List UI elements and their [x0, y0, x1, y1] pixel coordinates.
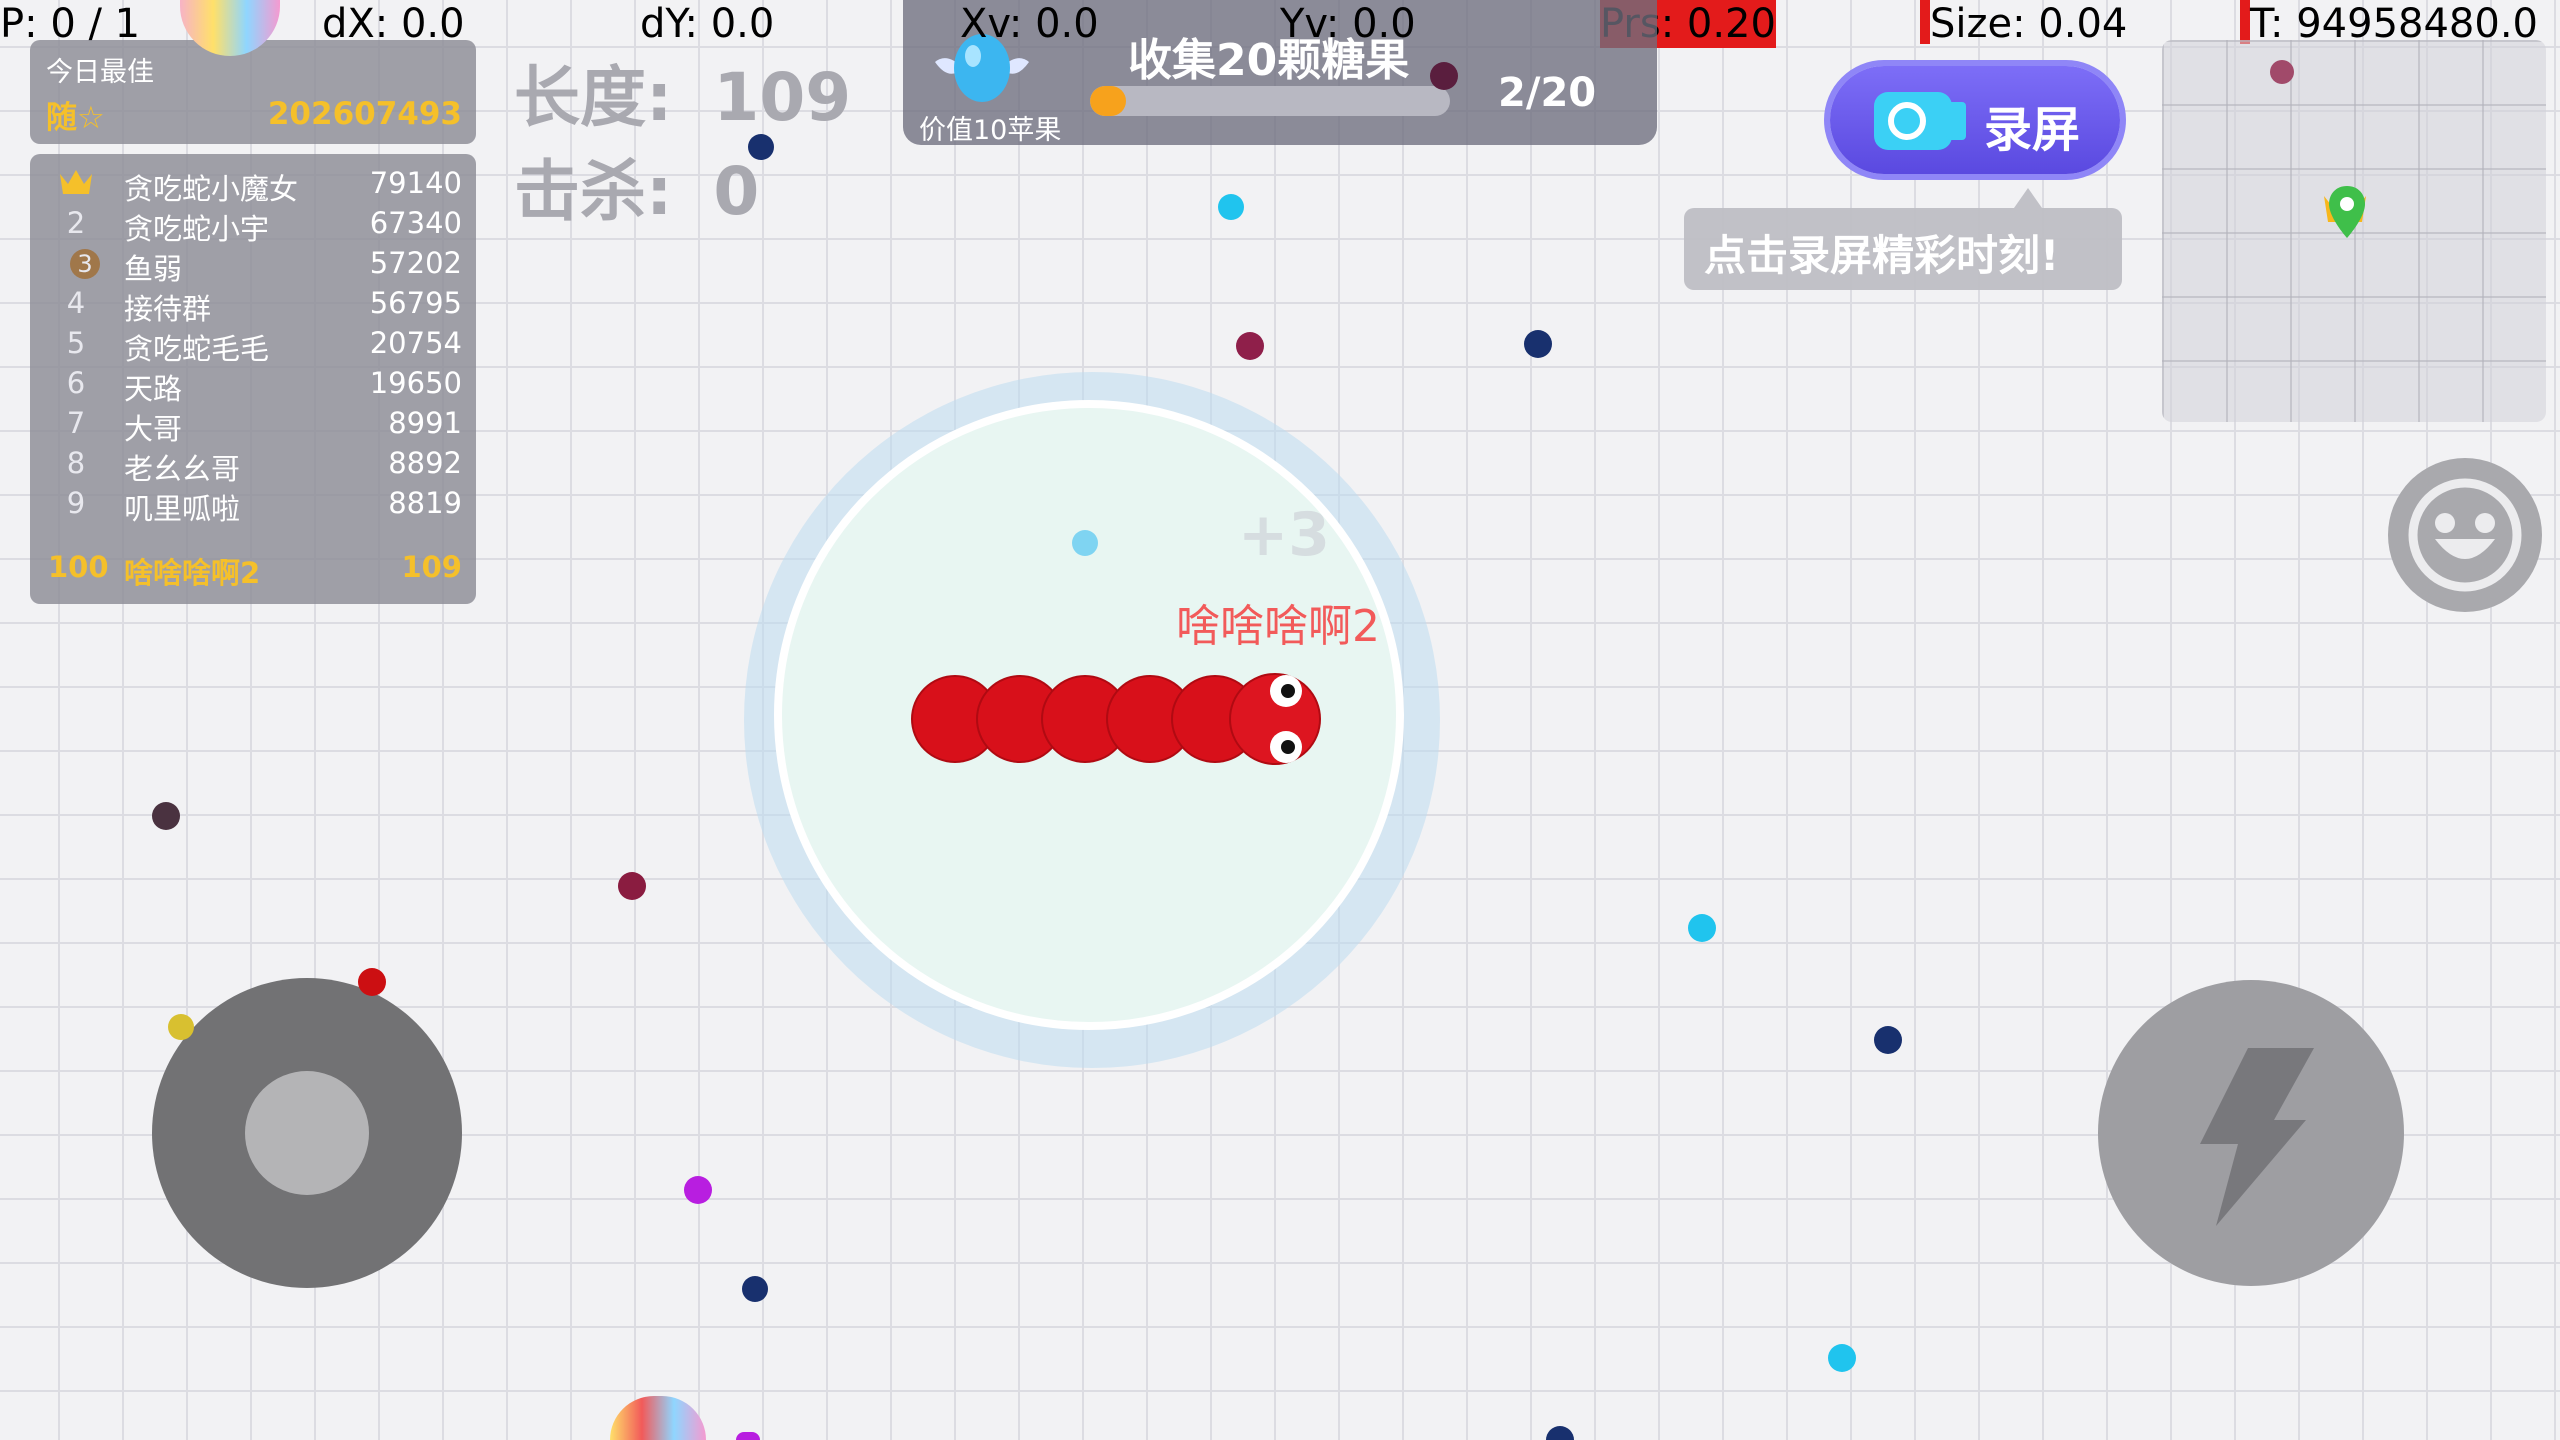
leaderboard-rank: 4: [66, 286, 86, 320]
leaderboard-rank: 9: [66, 486, 86, 520]
food-pellet: [1874, 1026, 1902, 1054]
length-value: 109: [713, 59, 852, 136]
leaderboard-row: 5 贪吃蛇毛毛 20754: [30, 324, 476, 366]
leaderboard-row: 4 接待群 56795: [30, 284, 476, 326]
leaderboard-score: 67340: [369, 206, 462, 240]
food-pellet: [684, 1176, 712, 1204]
leaderboard-name: 天路: [124, 372, 183, 406]
record-tip: 点击录屏精彩时刻!: [1684, 188, 2122, 290]
mission-progress-bar: [1090, 86, 1450, 116]
joystick[interactable]: [152, 978, 462, 1288]
food-pellet: [1688, 914, 1716, 942]
food-pellet: [1072, 530, 1098, 556]
debug-size: Size: 0.04: [1920, 0, 2128, 47]
debug-xv: Xv: 0.0: [960, 1, 1099, 47]
record-tip-text: 点击录屏精彩时刻!: [1704, 231, 2060, 280]
leaderboard-rank: 7: [66, 406, 86, 440]
leaderboard-name: 鱼弱: [124, 252, 183, 286]
leaderboard-score: 8991: [388, 406, 462, 440]
food-pellet: [1218, 194, 1244, 220]
crown-icon: [58, 166, 94, 205]
food-pellet: [618, 872, 646, 900]
leaderboard-name: 贪吃蛇小宇: [124, 212, 270, 246]
leaderboard-score: 8892: [388, 446, 462, 480]
mission-progress-count: 2/20: [1498, 70, 1597, 116]
food-pellet: [1828, 1344, 1856, 1372]
candy-sprite: [610, 1396, 706, 1440]
leaderboard-name: 接待群: [124, 292, 212, 326]
leaderboard-score: 8819: [388, 486, 462, 520]
debug-dy: dY: 0.0: [640, 1, 775, 47]
leaderboard-rank: 5: [66, 326, 86, 360]
leaderboard-my-row: 100 啥啥啥啊2 109: [30, 548, 476, 590]
leaderboard-score: 20754: [369, 326, 462, 360]
mission-reward: 价值10苹果: [919, 115, 1062, 146]
my-score: 109: [401, 550, 462, 584]
food-pellet: [168, 1014, 194, 1040]
leaderboard-name: 老幺幺哥: [124, 452, 241, 486]
leaderboard: 贪吃蛇小魔女 79140 2 贪吃蛇小宇 67340 3 鱼弱 57202 4 …: [30, 154, 476, 604]
leaderboard-name: 贪吃蛇小魔女: [124, 172, 299, 206]
leaderboard-score: 19650: [369, 366, 462, 400]
food-pellet: [748, 134, 774, 160]
joystick-knob[interactable]: [245, 1071, 369, 1195]
debug-size-text: Size: 0.04: [1930, 1, 2128, 47]
length-label: 长度:: [514, 59, 673, 136]
leaderboard-name: 叽里呱啦: [124, 492, 241, 526]
leaderboard-row: 6 天路 19650: [30, 364, 476, 406]
today-best-name: 随☆: [46, 100, 105, 136]
record-button-label: 录屏: [1984, 102, 2081, 158]
leaderboard-row: 8 老幺幺哥 8892: [30, 444, 476, 486]
leaderboard-row: 9 叽里呱啦 8819: [30, 484, 476, 526]
leaderboard-score: 79140: [369, 166, 462, 200]
mission-progress-fill: [1090, 86, 1126, 116]
kills-stat: 击杀: 0: [514, 138, 759, 234]
today-best-title: 今日最佳: [46, 57, 154, 88]
leaderboard-rank: 6: [66, 366, 86, 400]
food-pellet: [1546, 1426, 1574, 1440]
score-bonus: +3: [1238, 500, 1331, 570]
leaderboard-row: 2 贪吃蛇小宇 67340: [30, 204, 476, 246]
kills-value: 0: [713, 153, 760, 230]
debug-time-marker: [2240, 0, 2250, 44]
leaderboard-score: 57202: [369, 246, 462, 280]
debug-size-marker: [1920, 0, 1930, 44]
today-best-panel: 今日最佳 随☆ 202607493: [30, 40, 476, 144]
emoji-button[interactable]: [2388, 458, 2542, 612]
player-name: 啥啥啥啊2: [1176, 601, 1380, 652]
map-pin-icon: [2329, 186, 2365, 238]
food-pellet: [742, 1276, 768, 1302]
food-pellet: [1430, 62, 1458, 90]
food-pellet: [736, 1432, 760, 1440]
record-button[interactable]: 录屏: [1830, 66, 2120, 174]
player-snake: [911, 673, 1321, 765]
my-rank: 100: [48, 550, 109, 584]
today-best-score: 202607493: [267, 96, 462, 132]
leaderboard-row: 7 大哥 8991: [30, 404, 476, 446]
leaderboard-rank-bronze: 3: [70, 249, 100, 279]
food-pellet: [1236, 332, 1264, 360]
kills-label: 击杀:: [514, 153, 673, 230]
smiley-icon: [2408, 478, 2522, 592]
food-pellet: [1524, 330, 1552, 358]
leaderboard-score: 56795: [369, 286, 462, 320]
food-pellet: [358, 968, 386, 996]
leaderboard-name: 大哥: [124, 412, 183, 446]
leaderboard-rank: 2: [66, 206, 86, 240]
debug-yv: Yv: 0.0: [1280, 1, 1416, 47]
my-name: 啥啥啥啊2: [124, 556, 261, 590]
minimap-dot: [2270, 60, 2294, 84]
boost-button[interactable]: [2098, 980, 2404, 1286]
leaderboard-rank: 8: [66, 446, 86, 480]
length-stat: 长度: 109: [514, 44, 851, 140]
food-pellet: [152, 802, 180, 830]
lightning-icon: [2200, 1048, 2314, 1226]
camera-icon: [1874, 92, 1966, 150]
leaderboard-row: 3 鱼弱 57202: [30, 244, 476, 286]
leaderboard-row: 贪吃蛇小魔女 79140: [30, 164, 476, 206]
leaderboard-name: 贪吃蛇毛毛: [124, 332, 270, 366]
